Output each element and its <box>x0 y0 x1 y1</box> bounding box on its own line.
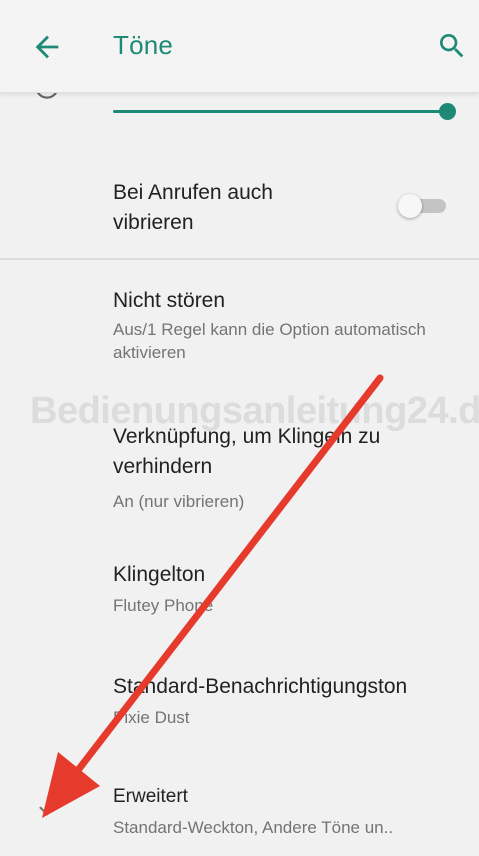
vibrate-on-call-toggle[interactable] <box>398 194 450 218</box>
pref-title: Standard-Benachrichtigungston <box>113 675 408 698</box>
pref-ringtone[interactable]: Klingelton Flutey Phone <box>113 560 463 617</box>
slider-thumb[interactable] <box>439 103 456 120</box>
pref-summary: Pixie Dust <box>113 708 190 727</box>
pref-prevent-ringing[interactable]: Verknüpfung, um Klingeln zu verhindern A… <box>113 422 463 513</box>
pref-title: Erweitert <box>113 786 188 807</box>
toggle-knob <box>398 194 422 218</box>
app-bar: Töne <box>0 0 479 93</box>
pref-default-notification-sound[interactable]: Standard-Benachrichtigungston Pixie Dust <box>113 672 463 729</box>
pref-summary: Flutey Phone <box>113 596 214 615</box>
arrow-left-icon[interactable] <box>30 30 64 64</box>
pref-title: Nicht stören <box>113 289 226 312</box>
pref-summary: Aus/1 Regel kann die Option automatisch … <box>113 320 426 362</box>
vibrate-on-call-label: Bei Anrufen auch vibrieren <box>113 181 273 234</box>
divider <box>0 258 479 260</box>
pref-title: Klingelton <box>113 563 206 586</box>
alarm-volume-slider[interactable] <box>113 102 456 122</box>
pref-summary: Standard-Weckton, Andere Töne un.. <box>113 818 394 837</box>
pref-advanced[interactable]: Erweitert Standard-Weckton, Andere Töne … <box>113 782 468 839</box>
search-icon[interactable] <box>436 30 468 62</box>
pref-do-not-disturb[interactable]: Nicht stören Aus/1 Regel kann die Option… <box>113 286 463 364</box>
slider-track <box>113 110 448 113</box>
pref-title: Verknüpfung, um Klingeln zu verhindern <box>113 425 381 478</box>
chevron-down-icon <box>39 806 55 816</box>
pref-summary: An (nur vibrieren) <box>113 492 245 511</box>
page-title: Töne <box>113 30 174 60</box>
settings-screen: Töne Bei Anrufen auch vibrieren Nicht st… <box>0 0 479 856</box>
